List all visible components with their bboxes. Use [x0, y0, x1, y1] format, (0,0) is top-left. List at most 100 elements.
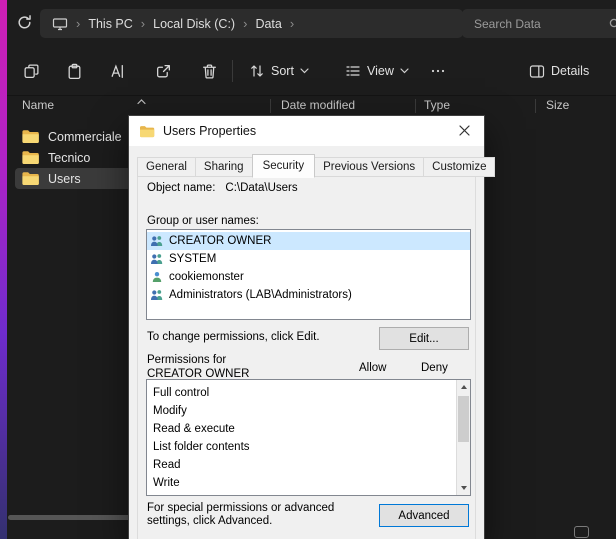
breadcrumb-separator: ›	[141, 17, 145, 30]
scroll-up-icon[interactable]	[457, 380, 470, 394]
rename-button[interactable]	[99, 53, 135, 89]
advanced-hint: For special permissions or advanced sett…	[147, 502, 379, 528]
group-name: SYSTEM	[169, 253, 216, 265]
group-user-list: CREATOR OWNER SYSTEM cookiemonster Admin…	[146, 229, 471, 320]
list-item-cookiemonster[interactable]: cookiemonster	[147, 268, 470, 286]
this-pc-icon	[52, 17, 68, 31]
dialog-tabs: General Sharing Security Previous Versio…	[137, 154, 494, 177]
deny-column-header: Deny	[421, 362, 448, 374]
column-divider[interactable]	[270, 99, 271, 113]
explorer-topbar: › This PC › Local Disk (C:) › Data ›	[7, 0, 616, 46]
permission-row-full-control[interactable]: Full control	[147, 384, 470, 402]
group-name: Administrators (LAB\Administrators)	[169, 289, 352, 301]
close-button[interactable]	[446, 116, 482, 146]
user-icon	[150, 271, 164, 283]
share-icon	[155, 63, 172, 80]
details-label: Details	[551, 64, 589, 78]
command-bar: Sort View	[7, 46, 616, 96]
permissions-list: Full control Modify Read & execute List …	[146, 379, 471, 496]
column-header-date-modified[interactable]: Date modified	[281, 98, 355, 112]
breadcrumb-separator: ›	[243, 17, 247, 30]
permission-name: List folder contents	[153, 441, 250, 453]
search-box[interactable]	[462, 9, 616, 38]
column-headers: Name Date modified Type Size	[7, 96, 616, 116]
desktop-screenshot: › This PC › Local Disk (C:) › Data ›	[0, 0, 616, 539]
refresh-icon	[16, 19, 33, 34]
advanced-button[interactable]: Advanced	[379, 504, 469, 527]
permissions-scrollbar[interactable]	[456, 380, 470, 495]
horizontal-scrollbar[interactable]	[8, 515, 148, 520]
permission-name: Modify	[153, 405, 187, 417]
edit-button[interactable]: Edit...	[379, 327, 469, 350]
column-header-type[interactable]: Type	[424, 98, 450, 112]
object-name-row: Object name: C:\Data\Users	[147, 182, 298, 194]
dialog-title: Users Properties	[163, 124, 256, 138]
sort-label: Sort	[271, 64, 294, 78]
delete-button[interactable]	[191, 53, 227, 89]
scrollbar-thumb[interactable]	[458, 396, 469, 442]
folder-icon	[21, 171, 40, 186]
details-pane-icon	[529, 64, 545, 79]
toolbar-divider	[232, 60, 233, 82]
paste-button[interactable]	[56, 53, 92, 89]
permissions-label: Permissions for CREATOR OWNER	[147, 354, 277, 381]
allow-column-header: Allow	[359, 362, 386, 374]
object-name-value: C:\Data\Users	[225, 182, 297, 194]
delete-icon	[201, 63, 218, 80]
permission-name: Full control	[153, 387, 209, 399]
column-header-size[interactable]: Size	[546, 98, 569, 112]
copy-button[interactable]	[13, 53, 49, 89]
share-button[interactable]	[145, 53, 181, 89]
permission-row-list-folder-contents[interactable]: List folder contents	[147, 438, 470, 456]
breadcrumb-local-disk[interactable]: Local Disk (C:)	[153, 17, 235, 31]
group-icon	[150, 289, 164, 301]
file-name: Tecnico	[48, 151, 90, 165]
tab-customize[interactable]: Customize	[423, 157, 495, 177]
permission-row-read-execute[interactable]: Read & execute	[147, 420, 470, 438]
view-toggle-icon[interactable]	[574, 526, 589, 538]
breadcrumb-this-pc[interactable]: This PC	[88, 17, 132, 31]
group-icon	[150, 253, 164, 265]
dialog-titlebar: Users Properties	[129, 116, 484, 146]
group-name: CREATOR OWNER	[169, 235, 271, 247]
view-label: View	[367, 64, 394, 78]
column-divider[interactable]	[535, 99, 536, 113]
more-options-button[interactable]	[421, 53, 455, 89]
list-item-administrators[interactable]: Administrators (LAB\Administrators)	[147, 286, 470, 304]
file-name: Users	[48, 172, 81, 186]
tab-previous-versions[interactable]: Previous Versions	[314, 157, 424, 177]
permission-name: Read & execute	[153, 423, 235, 435]
permission-row-modify[interactable]: Modify	[147, 402, 470, 420]
list-item-creator-owner[interactable]: CREATOR OWNER	[147, 232, 470, 250]
details-button[interactable]: Details	[523, 53, 595, 89]
column-header-name[interactable]: Name	[22, 98, 54, 112]
chevron-down-icon	[400, 68, 409, 74]
permission-row-write[interactable]: Write	[147, 474, 470, 492]
permission-row-read[interactable]: Read	[147, 456, 470, 474]
tab-security[interactable]: Security	[252, 154, 316, 178]
tab-general[interactable]: General	[137, 157, 196, 177]
view-button[interactable]: View	[339, 53, 415, 89]
refresh-button[interactable]	[14, 14, 34, 34]
view-icon	[345, 63, 361, 79]
copy-icon	[23, 63, 40, 80]
tab-sharing[interactable]: Sharing	[195, 157, 253, 177]
list-item-system[interactable]: SYSTEM	[147, 250, 470, 268]
scroll-down-icon[interactable]	[457, 481, 470, 495]
breadcrumb-separator: ›	[76, 17, 80, 30]
file-name: Commerciale	[48, 130, 122, 144]
object-name-label: Object name:	[147, 182, 215, 194]
search-icon	[608, 17, 616, 31]
sort-button[interactable]: Sort	[243, 53, 315, 89]
breadcrumb-data[interactable]: Data	[255, 17, 281, 31]
chevron-down-icon	[300, 68, 309, 74]
address-bar[interactable]: › This PC › Local Disk (C:) › Data ›	[40, 9, 463, 38]
folder-icon	[21, 129, 40, 144]
column-divider[interactable]	[415, 99, 416, 113]
search-input[interactable]	[472, 16, 608, 32]
users-properties-dialog: Users Properties General Sharing Securit…	[128, 115, 485, 539]
rename-icon	[109, 63, 126, 80]
dialog-folder-icon	[139, 125, 155, 138]
group-name: cookiemonster	[169, 271, 244, 283]
group-names-label: Group or user names:	[147, 215, 259, 227]
